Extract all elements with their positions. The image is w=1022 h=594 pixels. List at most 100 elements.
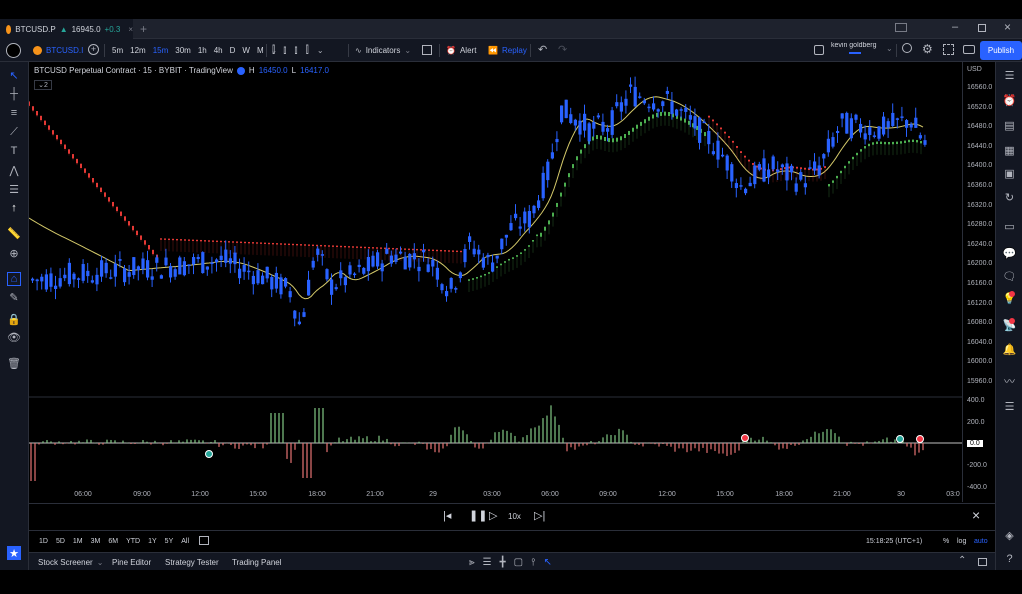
alert-button[interactable]: ⏰ Alert — [446, 39, 476, 62]
tab-trading-panel[interactable]: Trading Panel — [232, 553, 282, 571]
cursor-icon[interactable]: ↖ — [543, 557, 551, 568]
camera-icon[interactable] — [963, 45, 975, 54]
crosshair-icon[interactable]: ╋ — [500, 557, 506, 568]
hotlist-icon[interactable]: ★ — [7, 546, 21, 560]
range-5d[interactable]: 5D — [56, 538, 65, 545]
layout-icon[interactable] — [814, 45, 824, 55]
interval-5m[interactable]: 5m — [112, 46, 123, 55]
step-forward-icon[interactable]: ▷ — [489, 509, 497, 522]
menu-icon[interactable]: ☰ — [1002, 399, 1017, 414]
symbol-search[interactable]: BTCUSD.I — [33, 39, 83, 62]
layout-name[interactable]: kevin goldberg — [831, 42, 883, 60]
templates-grid-icon[interactable] — [422, 45, 432, 55]
price-chart[interactable]: 06:00 09:00 12:00 15:00 18:00 21:00 29 03:00 06:… — [29, 62, 962, 502]
interval-12m[interactable]: 12m — [130, 46, 146, 55]
indicators-button[interactable]: ∿ Indicators ⌄ — [355, 39, 411, 62]
ideas-icon[interactable]: ▭ — [1002, 219, 1017, 234]
pin-icon[interactable]: ⫯ — [531, 557, 535, 568]
undo-icon[interactable]: ↶ — [538, 43, 547, 56]
fib-icon[interactable]: ⟋ — [7, 125, 21, 139]
help-icon[interactable]: ? — [1002, 551, 1017, 566]
alerts-clock-icon[interactable]: ⏰ — [1002, 93, 1017, 108]
candles-icon[interactable]: ⫾ — [283, 45, 286, 56]
watchlist-icon[interactable]: ☰ — [1002, 68, 1017, 83]
arrow-up-icon[interactable]: ↑ — [7, 201, 21, 215]
pause-icon[interactable]: ❚❚ — [469, 509, 487, 522]
redo-icon[interactable]: ↷ — [558, 43, 567, 56]
interval-w[interactable]: W — [242, 46, 250, 55]
chevron-up-icon[interactable]: ⌃ — [958, 555, 966, 566]
notifications-icon[interactable]: 💡 — [1002, 291, 1017, 306]
bar-chart-icon[interactable]: ⫿ — [272, 45, 275, 56]
lock-icon[interactable]: 🔒 — [7, 312, 21, 326]
range-6m[interactable]: 6M — [108, 538, 118, 545]
list-icon[interactable]: ☰ — [483, 557, 492, 568]
hollow-candles-icon[interactable]: ⫾ — [294, 45, 297, 56]
gear-icon[interactable]: ⚙ — [922, 42, 933, 56]
tab-strategy-tester[interactable]: Strategy Tester — [165, 553, 219, 571]
goto-date-icon[interactable] — [199, 536, 209, 545]
chart-pane[interactable]: 06:00 09:00 12:00 15:00 18:00 21:00 29 03:00 06:… — [29, 62, 962, 502]
new-tab-icon[interactable]: + — [140, 22, 147, 36]
news-icon[interactable]: ▦ — [1002, 143, 1017, 158]
ruler-icon[interactable]: 📏 — [7, 226, 21, 240]
interval-d[interactable]: D — [230, 46, 236, 55]
broadcast-icon[interactable]: 📡 — [1002, 318, 1017, 333]
interval-30m[interactable]: 30m — [175, 46, 191, 55]
clock-time[interactable]: 15:18:25 (UTC+1) — [866, 531, 922, 551]
auto-toggle[interactable]: auto — [974, 531, 988, 551]
restore-icon[interactable] — [978, 24, 986, 32]
minimize-icon[interactable]: – — [952, 21, 958, 33]
price-axis[interactable]: USD 16560.0 16520.0 16480.0 16440.0 16400.0 1… — [962, 62, 995, 502]
interval-1h[interactable]: 1h — [198, 46, 207, 55]
layout-dropdown-icon[interactable]: ⌄ — [886, 44, 893, 53]
interval-15m[interactable]: 15m — [153, 46, 169, 55]
heikin-ashi-icon[interactable]: ⫿ — [306, 45, 309, 56]
replay-button[interactable]: ⏪ Replay — [488, 39, 527, 62]
compare-add-icon[interactable]: + — [88, 44, 99, 55]
eye-icon[interactable]: 👁 — [7, 330, 21, 344]
avatar[interactable] — [6, 43, 21, 58]
range-ytd[interactable]: YTD — [126, 538, 140, 545]
chart-type-dropdown-icon[interactable]: ⌄ — [317, 46, 324, 55]
bell-icon[interactable]: 🔔 — [1002, 342, 1017, 357]
legend-collapse-button[interactable]: ⌄ 2 — [34, 80, 52, 90]
ruler-icon[interactable]: ⫸ — [469, 557, 475, 568]
search-icon[interactable] — [902, 43, 912, 53]
percent-toggle[interactable]: % — [943, 531, 949, 551]
jump-to-icon[interactable]: |◂ — [443, 509, 451, 522]
crosshair-icon[interactable]: ┼ — [7, 87, 21, 101]
layers-icon[interactable]: ◈ — [1002, 528, 1017, 543]
range-5y[interactable]: 5Y — [165, 538, 174, 545]
replay-speed[interactable]: 10x — [508, 512, 521, 521]
range-1m[interactable]: 1M — [73, 538, 83, 545]
range-1y[interactable]: 1Y — [148, 538, 157, 545]
forward-end-icon[interactable]: ▷| — [534, 509, 545, 522]
text-icon[interactable]: T — [7, 144, 21, 158]
close-tab-icon[interactable]: × — [128, 25, 133, 34]
trend-line-icon[interactable]: ≡ — [7, 106, 21, 120]
range-1d[interactable]: 1D — [39, 538, 48, 545]
range-all[interactable]: All — [181, 538, 189, 545]
draw-mode-icon[interactable]: ✎ — [7, 290, 21, 304]
chat-icon[interactable]: 💬 — [1002, 246, 1017, 261]
fullscreen-icon[interactable] — [943, 44, 954, 55]
interval-4h[interactable]: 4h — [214, 46, 223, 55]
prediction-icon[interactable]: ☰ — [7, 182, 21, 196]
calendar-icon[interactable]: ▣ — [1002, 166, 1017, 181]
rectangle-icon[interactable]: ▢ — [514, 557, 523, 568]
magnet-icon[interactable]: ⌂ — [7, 272, 21, 286]
close-replay-icon[interactable]: × — [972, 507, 980, 523]
close-window-icon[interactable]: × — [1004, 20, 1011, 34]
pattern-icon[interactable]: ⋀ — [7, 163, 21, 177]
pulse-icon[interactable]: 〰 — [1002, 373, 1017, 388]
interval-m[interactable]: M — [257, 46, 264, 55]
chart-tab[interactable]: BTCUSD.P ▲ 16945.0 +0.3 × — [0, 19, 133, 39]
tab-pine-editor[interactable]: Pine Editor — [112, 553, 151, 571]
maximize-panel-icon[interactable] — [978, 558, 987, 566]
data-window-icon[interactable]: ▤ — [1002, 118, 1017, 133]
streams-icon[interactable]: ↻ — [1002, 190, 1017, 205]
log-toggle[interactable]: log — [957, 531, 966, 551]
range-3m[interactable]: 3M — [91, 538, 101, 545]
cursor-icon[interactable]: ↖ — [7, 68, 21, 82]
